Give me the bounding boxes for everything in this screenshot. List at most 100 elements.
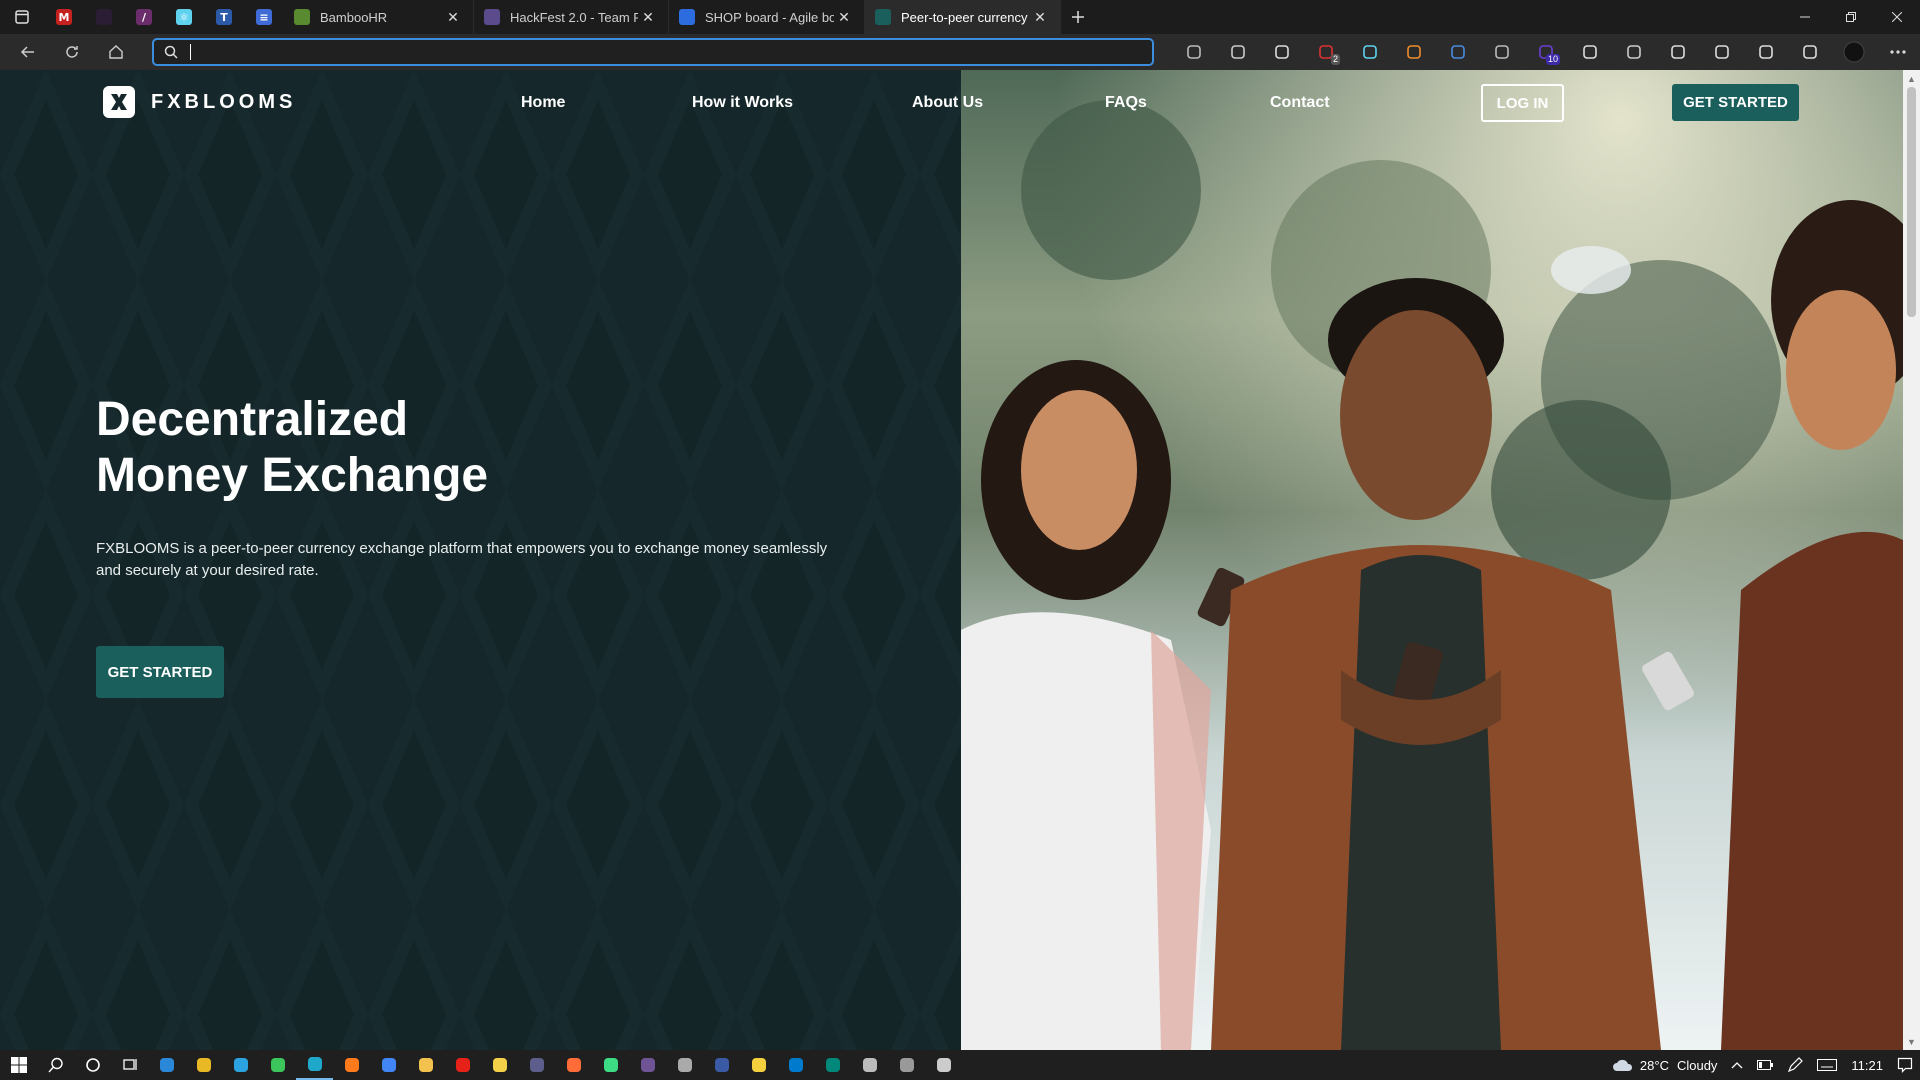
chrome-taskbar-button[interactable] xyxy=(370,1050,407,1080)
todo-taskbar-button[interactable] xyxy=(925,1050,962,1080)
refresh-button[interactable] xyxy=(50,34,94,70)
notes-icon xyxy=(492,1058,507,1072)
nav-link-faqs[interactable]: FAQs xyxy=(1105,94,1147,112)
screenshot-button[interactable] xyxy=(1700,34,1744,70)
mail-taskbar-button[interactable] xyxy=(148,1050,185,1080)
browser-tab[interactable]: BambooHR ✕ xyxy=(284,0,474,34)
v-button[interactable] xyxy=(1480,34,1524,70)
hero-get-started-button[interactable]: GET STARTED xyxy=(96,646,224,698)
weather-widget[interactable]: 28°C Cloudy xyxy=(1605,1050,1725,1080)
obs-taskbar-button[interactable] xyxy=(518,1050,555,1080)
shield-button[interactable] xyxy=(1436,34,1480,70)
sidebar-button[interactable] xyxy=(1568,34,1612,70)
pinned-tab[interactable]: ⚛ xyxy=(164,0,204,34)
circle-target-button[interactable] xyxy=(1260,34,1304,70)
task-view-icon xyxy=(122,1059,137,1070)
sticky-taskbar-button[interactable] xyxy=(740,1050,777,1080)
pinned-tab[interactable] xyxy=(84,0,124,34)
taskbar-search-button[interactable] xyxy=(37,1050,74,1080)
pinned-tab[interactable]: M xyxy=(44,0,84,34)
pinned-tab[interactable]: T xyxy=(204,0,244,34)
pen-workspace-button[interactable] xyxy=(1780,1050,1810,1080)
nav-get-started-button[interactable]: GET STARTED xyxy=(1672,84,1799,121)
webpage: FXBLOOMS Home How it Works About Us FAQs… xyxy=(0,70,1903,1050)
favorites-button[interactable] xyxy=(1744,34,1788,70)
react-icon: ⚛ xyxy=(176,9,192,25)
browser-tab[interactable]: Peer-to-peer currency exchange✕ xyxy=(865,0,1061,34)
extensions-puzzle-button[interactable] xyxy=(1612,34,1656,70)
login-button[interactable]: LOG IN xyxy=(1481,84,1564,122)
nav-link-about-us[interactable]: About Us xyxy=(912,94,983,112)
firefox-taskbar-button[interactable] xyxy=(333,1050,370,1080)
minimize-button[interactable] xyxy=(1782,0,1828,34)
react-devtools-button[interactable] xyxy=(1348,34,1392,70)
site-logo[interactable]: FXBLOOMS xyxy=(103,86,296,118)
file-explorer-icon xyxy=(418,1058,433,1072)
collections-icon xyxy=(1671,45,1685,59)
pinned-tab[interactable]: / xyxy=(124,0,164,34)
settings-more-button[interactable] xyxy=(1876,34,1920,70)
postman-taskbar-button[interactable] xyxy=(555,1050,592,1080)
touch-keyboard-button[interactable] xyxy=(1810,1050,1844,1080)
tab-close-icon[interactable]: ✕ xyxy=(1030,7,1050,27)
page-scrollbar[interactable]: ▲ ▼ xyxy=(1903,70,1920,1050)
github-desktop-taskbar-button[interactable] xyxy=(629,1050,666,1080)
app-taskbar-button[interactable] xyxy=(703,1050,740,1080)
start-button[interactable] xyxy=(0,1050,37,1080)
meet-taskbar-button[interactable] xyxy=(814,1050,851,1080)
tab-close-icon[interactable]: ✕ xyxy=(834,7,854,27)
android-studio-taskbar-button[interactable] xyxy=(592,1050,629,1080)
browser-tab[interactable]: SHOP board - Agile board - Jira✕ xyxy=(669,0,865,34)
scrollbar-thumb[interactable] xyxy=(1907,87,1916,317)
tab-close-icon[interactable]: ✕ xyxy=(443,7,463,27)
cortana-button[interactable] xyxy=(74,1050,111,1080)
telegram-taskbar-button[interactable] xyxy=(222,1050,259,1080)
youtube-taskbar-button[interactable] xyxy=(444,1050,481,1080)
whatsapp-icon xyxy=(270,1058,285,1072)
arrow-left-icon xyxy=(20,46,34,58)
scroll-down-arrow-icon[interactable]: ▼ xyxy=(1903,1033,1920,1050)
collections-button[interactable] xyxy=(1656,34,1700,70)
vscode-taskbar-button[interactable] xyxy=(777,1050,814,1080)
clock[interactable]: 11:21 xyxy=(1844,1050,1890,1080)
scroll-up-arrow-icon[interactable]: ▲ xyxy=(1903,70,1920,87)
tab-strip: BambooHR✕HackFest 2.0 - Team Registratio… xyxy=(284,0,1061,34)
nav-link-how-it-works[interactable]: How it Works xyxy=(692,94,793,112)
task-view-button[interactable] xyxy=(111,1050,148,1080)
address-input[interactable] xyxy=(202,44,1103,60)
tab-actions-button[interactable] xyxy=(0,0,44,34)
home-button[interactable] xyxy=(94,34,138,70)
nav-link-home[interactable]: Home xyxy=(521,94,565,112)
share-button[interactable] xyxy=(1788,34,1832,70)
restore-button[interactable] xyxy=(1828,0,1874,34)
extension-badge: 2 xyxy=(1330,54,1340,65)
profile-avatar-button[interactable] xyxy=(1832,34,1876,70)
extension-red-button[interactable]: 2 xyxy=(1304,34,1348,70)
pen-button[interactable] xyxy=(1216,34,1260,70)
share-icon xyxy=(1803,45,1817,59)
calculator-icon xyxy=(899,1058,914,1072)
nav-link-contact[interactable]: Contact xyxy=(1270,94,1330,112)
notes-taskbar-button[interactable] xyxy=(481,1050,518,1080)
battery-button[interactable] xyxy=(1750,1050,1780,1080)
wallet-button[interactable] xyxy=(1392,34,1436,70)
browser-tab[interactable]: HackFest 2.0 - Team Registration✕ xyxy=(474,0,669,34)
back-button[interactable] xyxy=(6,34,50,70)
extension-purple-button[interactable]: 10 xyxy=(1524,34,1568,70)
edge-taskbar-button[interactable] xyxy=(296,1050,333,1080)
show-hidden-icons-button[interactable] xyxy=(1724,1050,1750,1080)
tab-title: BambooHR xyxy=(320,9,388,25)
glasses-button[interactable] xyxy=(1172,34,1216,70)
chrome-taskbar-button[interactable] xyxy=(185,1050,222,1080)
address-bar[interactable] xyxy=(151,38,1154,66)
tab-close-icon[interactable]: ✕ xyxy=(638,7,658,27)
file-explorer-taskbar-button[interactable] xyxy=(407,1050,444,1080)
whatsapp-taskbar-button[interactable] xyxy=(259,1050,296,1080)
calculator-taskbar-button[interactable] xyxy=(888,1050,925,1080)
database-taskbar-button[interactable] xyxy=(666,1050,703,1080)
notifications-button[interactable] xyxy=(1890,1050,1920,1080)
new-tab-button[interactable] xyxy=(1061,0,1095,34)
close-window-button[interactable] xyxy=(1874,0,1920,34)
settings-taskbar-button[interactable] xyxy=(851,1050,888,1080)
pinned-tab[interactable]: ≡ xyxy=(244,0,284,34)
